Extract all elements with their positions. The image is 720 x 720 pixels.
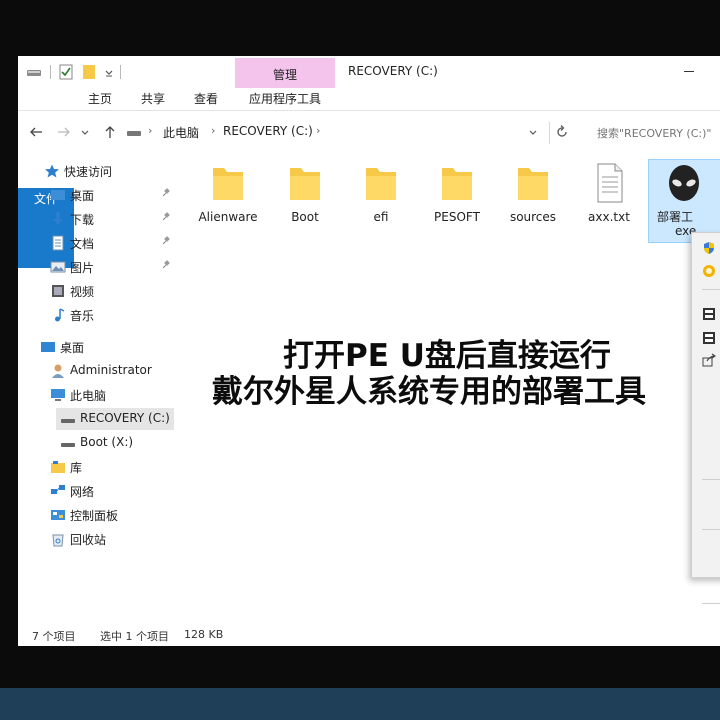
chevron-down-icon[interactable] xyxy=(528,124,538,140)
star-icon xyxy=(45,164,59,178)
tab-application-tools[interactable]: 应用程序工具 xyxy=(240,88,330,110)
user-icon xyxy=(52,364,64,378)
title-bar: 管理 RECOVERY (C:) xyxy=(18,56,720,88)
drive-icon xyxy=(61,419,75,423)
picture-icon xyxy=(50,261,66,273)
file-item-sources-folder[interactable]: sources xyxy=(496,156,570,236)
new-folder-icon[interactable] xyxy=(82,64,96,80)
breadcrumb-separator: › xyxy=(211,124,216,137)
drive-icon xyxy=(61,443,75,447)
computer-icon xyxy=(51,389,65,401)
file-item-axx-txt[interactable]: axx.txt xyxy=(572,156,646,236)
document-icon xyxy=(52,235,64,251)
back-arrow-icon[interactable] xyxy=(28,124,44,140)
status-item-count: 7 个项目 xyxy=(32,630,76,643)
minimize-button[interactable] xyxy=(684,71,694,72)
menu-separator xyxy=(702,289,720,290)
tab-share[interactable]: 共享 xyxy=(131,88,175,110)
sidebar-item-control-panel[interactable]: 控制面板 xyxy=(50,504,174,526)
folder-icon xyxy=(366,168,396,200)
menu-separator xyxy=(702,479,720,480)
file-item-boot-folder[interactable]: Boot xyxy=(268,156,342,236)
up-arrow-icon[interactable] xyxy=(102,124,118,140)
alien-head-icon xyxy=(669,165,699,201)
status-size: 128 KB xyxy=(184,628,224,641)
sidebar-item-libraries[interactable]: 库 xyxy=(50,456,174,478)
sidebar-item-pictures[interactable]: 图片 xyxy=(50,256,174,278)
network-icon xyxy=(51,485,65,494)
desktop-icon xyxy=(41,342,55,352)
library-icon xyxy=(51,461,65,473)
archive-icon[interactable] xyxy=(702,331,716,345)
sidebar-item-recovery-drive[interactable]: RECOVERY (C:) xyxy=(56,408,174,430)
breadcrumb-separator: › xyxy=(316,124,321,137)
tab-home[interactable]: 主页 xyxy=(78,88,122,110)
breadcrumb-this-pc[interactable]: 此电脑 xyxy=(163,124,199,141)
sidebar-item-boot-drive[interactable]: Boot (X:) xyxy=(60,432,174,454)
desktop-taskbar-strip xyxy=(0,688,720,720)
sidebar-item-quick-access[interactable]: 快速访问 xyxy=(44,160,174,182)
sidebar-item-network[interactable]: 网络 xyxy=(50,480,174,502)
folder-icon xyxy=(213,168,243,200)
sidebar-item-music[interactable]: 音乐 xyxy=(50,304,174,326)
address-divider xyxy=(549,122,550,144)
recycle-bin-icon xyxy=(52,534,64,547)
sidebar-item-documents[interactable]: 文档 xyxy=(50,232,174,254)
desktop-icon xyxy=(51,190,65,200)
control-panel-icon xyxy=(51,510,65,520)
toolbar-separator xyxy=(50,65,51,79)
share-icon[interactable] xyxy=(702,353,716,367)
file-item-alienware-folder[interactable]: Alienware xyxy=(191,156,265,236)
breadcrumb-separator: › xyxy=(148,124,153,137)
file-item-pesoft-folder[interactable]: PESOFT xyxy=(420,156,494,236)
overlay-caption-line2: 戴尔外星人系统专用的部署工具 xyxy=(212,374,646,410)
chevron-down-icon[interactable] xyxy=(104,64,114,80)
video-icon xyxy=(52,285,64,297)
navigation-pane: 快速访问 桌面 下载 文档 图片 视频 音乐 桌面 Administrator … xyxy=(18,156,183,626)
status-bar: 7 个项目 选中 1 个项目 128 KB xyxy=(18,626,720,646)
download-icon xyxy=(53,212,63,225)
navigation-bar: › 此电脑 › RECOVERY (C:) › xyxy=(18,118,720,146)
sidebar-item-administrator[interactable]: Administrator xyxy=(50,360,180,382)
pin-icon[interactable] xyxy=(161,260,171,270)
sidebar-item-desktop[interactable]: 桌面 xyxy=(50,184,174,206)
file-item-efi-folder[interactable]: efi xyxy=(344,156,418,236)
ribbon-tabs: 文件 主页 共享 查看 应用程序工具 xyxy=(18,88,720,268)
sidebar-item-recycle-bin[interactable]: 回收站 xyxy=(50,528,174,550)
properties-icon[interactable] xyxy=(59,64,73,80)
menu-separator xyxy=(702,529,720,530)
compatibility-icon[interactable] xyxy=(702,264,716,278)
tab-view[interactable]: 查看 xyxy=(184,88,228,110)
folder-icon xyxy=(290,168,320,200)
sidebar-item-downloads[interactable]: 下载 xyxy=(50,208,174,230)
drive-icon[interactable] xyxy=(26,64,42,80)
search-input[interactable] xyxy=(593,122,720,144)
refresh-icon[interactable] xyxy=(554,124,570,140)
drive-icon xyxy=(127,131,141,136)
pin-icon[interactable] xyxy=(161,236,171,246)
forward-arrow-icon[interactable] xyxy=(56,124,72,140)
tab-manage[interactable]: 管理 xyxy=(235,58,335,88)
breadcrumb-recovery[interactable]: RECOVERY (C:) xyxy=(223,124,313,138)
toolbar-separator xyxy=(120,65,121,79)
pin-icon[interactable] xyxy=(161,212,171,222)
tab-manage-label: 管理 xyxy=(272,68,297,82)
folder-icon xyxy=(518,168,548,200)
file-item-deploy-tool-exe[interactable]: 部署工 exe xyxy=(648,159,720,243)
sidebar-item-desktop-root[interactable]: 桌面 xyxy=(40,336,174,358)
window-title: RECOVERY (C:) xyxy=(348,64,438,78)
folder-icon xyxy=(442,168,472,200)
pin-icon[interactable] xyxy=(161,188,171,198)
archive-icon[interactable] xyxy=(702,307,716,321)
sidebar-item-this-pc[interactable]: 此电脑 xyxy=(50,384,180,406)
admin-shield-icon[interactable] xyxy=(702,241,716,255)
text-file-icon xyxy=(597,163,623,203)
context-menu xyxy=(691,232,720,604)
music-icon xyxy=(55,308,65,322)
status-selection: 选中 1 个项目 xyxy=(100,630,169,643)
menu-separator xyxy=(702,603,720,604)
recent-locations-icon[interactable] xyxy=(80,124,90,140)
sidebar-item-videos[interactable]: 视频 xyxy=(50,280,174,302)
